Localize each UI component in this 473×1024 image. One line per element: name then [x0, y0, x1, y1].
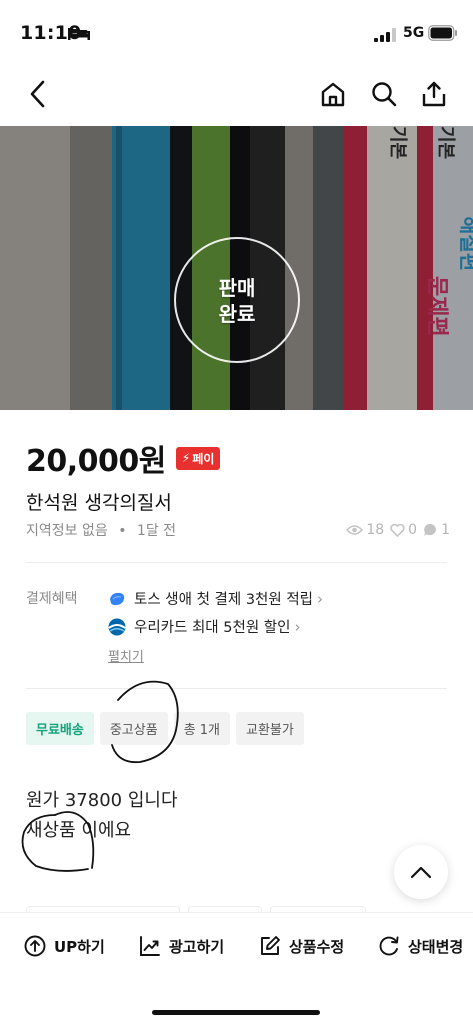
benefit-toss[interactable]: 토스 생애 첫 결제 3천원 적립 ›	[108, 588, 323, 609]
views-count: 18	[366, 522, 385, 538]
likes-stat: 0	[390, 522, 417, 538]
signal-icon	[374, 28, 396, 42]
meta-separator: •	[118, 523, 127, 539]
share-icon	[422, 81, 446, 107]
chats-stat: 1	[423, 522, 450, 538]
up-button-label: UP하기	[54, 937, 105, 956]
status-bar: 11:10 5G	[0, 0, 473, 64]
bottom-action-bar: UP하기 광고하기 상품수정 상태변경	[0, 912, 473, 1024]
tag-used-item: 중고상품	[99, 712, 168, 745]
divider	[26, 562, 447, 563]
tag-quantity: 총 1개	[173, 712, 231, 745]
chevron-right-icon: ›	[294, 617, 301, 636]
lightning-icon: ⚡	[181, 451, 191, 465]
edit-icon	[261, 936, 280, 955]
divider	[26, 688, 447, 689]
location-text: 지역정보 없음	[26, 523, 108, 539]
home-button[interactable]	[317, 78, 349, 110]
product-description: 원가 37800 입니다 새상품 이에요	[26, 786, 178, 846]
refresh-icon	[379, 936, 399, 956]
chevron-up-icon	[410, 866, 432, 879]
eye-icon	[346, 525, 364, 535]
search-button[interactable]	[368, 78, 400, 110]
scroll-top-button[interactable]	[394, 845, 448, 899]
sold-badge-line1: 판매	[218, 276, 256, 300]
price: 20,000원	[26, 444, 166, 479]
stats: 18 0 1	[346, 522, 450, 538]
product-image[interactable]: 문제편 해설편 기본 기본 판매 완료	[0, 126, 473, 410]
pay-badge: ⚡ 페이	[175, 446, 221, 470]
benefit-woori-text: 우리카드 최대 5천원 할인	[134, 620, 291, 636]
toss-logo-icon	[110, 592, 125, 605]
up-button[interactable]: UP하기	[24, 935, 105, 957]
description-line: 원가 37800 입니다	[26, 790, 178, 811]
sold-out-badge: 판매 완료	[174, 237, 300, 363]
network-label: 5G	[403, 25, 425, 41]
chevron-left-icon	[30, 80, 45, 108]
edit-product-button-label: 상품수정	[289, 937, 345, 956]
price-row: 20,000원 ⚡ 페이	[26, 436, 221, 480]
heart-icon	[390, 523, 405, 537]
search-icon	[372, 82, 397, 107]
change-status-button[interactable]: 상태변경	[378, 935, 463, 957]
location-time: 지역정보 없음 • 1달 전	[26, 520, 176, 540]
pay-badge-label: 페이	[192, 451, 215, 466]
share-button[interactable]	[418, 78, 450, 110]
tag-free-shipping: 무료배송	[26, 712, 94, 745]
description-line: 새상품 이에요	[26, 820, 132, 841]
advertise-button-label: 광고하기	[169, 937, 225, 956]
home-indicator	[152, 1010, 320, 1015]
benefit-label: 결제혜택	[26, 591, 78, 607]
sold-badge-line2: 완료	[218, 302, 256, 326]
meta-row: 지역정보 없음 • 1달 전 18 0 1	[26, 520, 450, 540]
tag-no-exchange: 교환불가	[236, 712, 304, 745]
home-icon	[321, 82, 345, 107]
chat-icon	[424, 523, 436, 536]
benefit-toss-text: 토스 생애 첫 결제 3천원 적립	[134, 592, 314, 608]
bed-icon	[68, 28, 90, 40]
edit-product-button[interactable]: 상품수정	[259, 935, 344, 957]
battery-icon	[428, 25, 457, 41]
arrow-up-circle-icon	[24, 935, 46, 957]
woori-card-logo-icon	[108, 618, 126, 635]
advertise-button[interactable]: 광고하기	[139, 935, 224, 957]
chats-count: 1	[441, 522, 450, 538]
expand-link[interactable]: 펼치기	[108, 646, 144, 665]
trend-chart-icon	[140, 936, 160, 956]
benefit-woori[interactable]: 우리카드 최대 5천원 할인 ›	[108, 616, 300, 637]
views-stat: 18	[346, 522, 384, 538]
chevron-right-icon: ›	[317, 589, 324, 608]
change-status-button-label: 상태변경	[408, 937, 464, 956]
product-title: 한석원 생각의질서	[26, 492, 172, 514]
back-button[interactable]	[22, 78, 54, 110]
tags-row: 무료배송 중고상품 총 1개 교환불가	[26, 712, 304, 745]
top-nav-bar	[0, 64, 473, 126]
likes-count: 0	[408, 522, 418, 538]
time-ago: 1달 전	[136, 523, 177, 539]
